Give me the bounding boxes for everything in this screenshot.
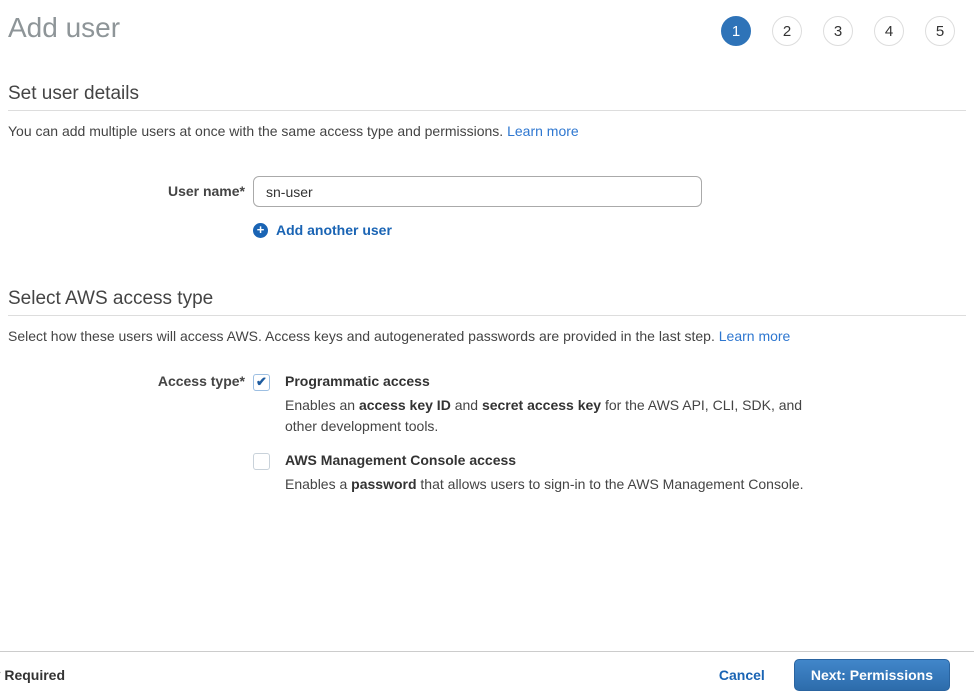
step-1-number: 1	[732, 23, 740, 40]
step-3-number: 3	[834, 23, 842, 40]
desc-text: that allows users to sign-in to the AWS …	[417, 476, 804, 492]
user-details-description-text: You can add multiple users at once with …	[8, 123, 503, 139]
section-title-access-type: Select AWS access type	[8, 288, 966, 316]
next-permissions-button[interactable]: Next: Permissions	[794, 659, 950, 691]
programmatic-access-description: Enables an access key ID and secret acce…	[285, 395, 813, 437]
step-2: 2	[772, 16, 802, 46]
desc-text: and	[451, 397, 482, 413]
plus-glyph: +	[257, 223, 265, 236]
step-2-number: 2	[783, 23, 791, 40]
access-type-row: Access type* Programmatic access Enables…	[8, 373, 966, 495]
step-5-number: 5	[936, 23, 944, 40]
desc-bold: password	[351, 476, 416, 492]
console-access-title: AWS Management Console access	[285, 452, 813, 469]
username-row: User name* + Add another user	[8, 176, 966, 238]
user-details-description: You can add multiple users at once with …	[8, 123, 966, 140]
step-4: 4	[874, 16, 904, 46]
access-type-description: Select how these users will access AWS. …	[8, 328, 966, 345]
learn-more-link-user-details[interactable]: Learn more	[507, 123, 579, 139]
programmatic-access-checkbox[interactable]	[253, 374, 270, 391]
access-type-options: Programmatic access Enables an access ke…	[253, 373, 813, 495]
programmatic-access-title: Programmatic access	[285, 373, 813, 390]
step-4-number: 4	[885, 23, 893, 40]
add-another-user-link[interactable]: + Add another user	[253, 222, 702, 238]
add-user-page: Add user 1 2 3 4 5 Set user details You …	[0, 0, 974, 495]
username-field: + Add another user	[253, 176, 702, 238]
programmatic-access-option: Programmatic access Enables an access ke…	[253, 373, 813, 437]
desc-bold: access key ID	[359, 397, 451, 413]
page-header: Add user 1 2 3 4 5	[8, 0, 966, 46]
access-type-label: Access type*	[8, 373, 245, 495]
console-access-option: AWS Management Console access Enables a …	[253, 452, 813, 495]
console-access-description: Enables a password that allows users to …	[285, 474, 813, 495]
set-user-details-section: Set user details You can add multiple us…	[8, 83, 966, 238]
desc-bold: secret access key	[482, 397, 601, 413]
step-indicator: 1 2 3 4 5	[721, 16, 955, 46]
programmatic-access-content: Programmatic access Enables an access ke…	[285, 373, 813, 437]
step-3: 3	[823, 16, 853, 46]
desc-text: Enables an	[285, 397, 359, 413]
required-label: Required	[4, 667, 65, 683]
step-5: 5	[925, 16, 955, 46]
step-1: 1	[721, 16, 751, 46]
section-title-user-details: Set user details	[8, 83, 966, 111]
select-access-type-section: Select AWS access type Select how these …	[8, 288, 966, 495]
access-type-description-text: Select how these users will access AWS. …	[8, 328, 715, 344]
username-label: User name*	[8, 176, 245, 238]
console-access-content: AWS Management Console access Enables a …	[285, 452, 813, 495]
add-another-user-label: Add another user	[276, 222, 392, 238]
learn-more-link-access-type[interactable]: Learn more	[719, 328, 791, 344]
plus-icon: +	[253, 223, 268, 238]
required-note: * Required	[0, 667, 65, 683]
console-access-checkbox[interactable]	[253, 453, 270, 470]
desc-text: Enables a	[285, 476, 351, 492]
username-input[interactable]	[253, 176, 702, 207]
cancel-button[interactable]: Cancel	[719, 667, 765, 683]
footer-actions: Cancel Next: Permissions	[719, 659, 966, 691]
page-title: Add user	[8, 12, 120, 44]
wizard-footer: * Required Cancel Next: Permissions	[0, 651, 974, 697]
